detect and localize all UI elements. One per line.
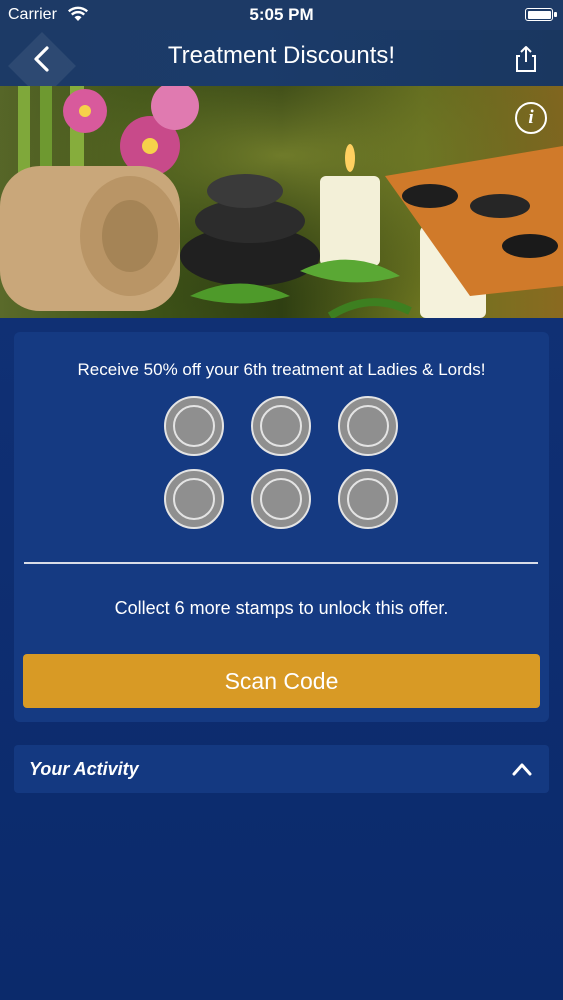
- stamp-grid: [164, 396, 400, 529]
- scan-code-button[interactable]: Scan Code: [23, 654, 540, 708]
- stamp-slot-2: [251, 396, 311, 456]
- chevron-up-icon[interactable]: [511, 759, 533, 779]
- status-time: 5:05 PM: [249, 5, 314, 24]
- page-title: Treatment Discounts!: [167, 42, 396, 69]
- hero-spa-image: i: [0, 86, 563, 318]
- info-icon[interactable]: i: [515, 102, 547, 134]
- divider: [24, 562, 538, 564]
- activity-label: Your Activity: [29, 759, 139, 779]
- stamp-slot-5: [251, 469, 311, 529]
- your-activity-header[interactable]: Your Activity: [14, 745, 549, 793]
- share-icon[interactable]: [511, 44, 541, 74]
- stamp-slot-1: [164, 396, 224, 456]
- offer-description: Receive 50% off your 6th treatment at La…: [77, 360, 486, 379]
- status-bar: Carrier 5:05 PM: [0, 0, 563, 30]
- stamp-slot-6: [338, 469, 398, 529]
- stamp-slot-3: [338, 396, 398, 456]
- stamp-slot-4: [164, 469, 224, 529]
- spa-illustration: [0, 86, 563, 318]
- battery-icon: [525, 8, 557, 21]
- navigation-bar: Treatment Discounts!: [0, 30, 563, 100]
- collect-message: Collect 6 more stamps to unlock this off…: [114, 598, 449, 618]
- offer-card: Receive 50% off your 6th treatment at La…: [14, 332, 549, 722]
